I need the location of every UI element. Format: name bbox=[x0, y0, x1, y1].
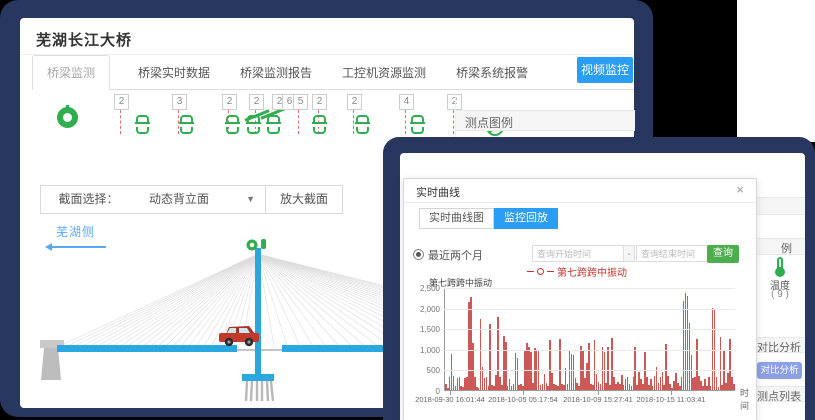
gridline bbox=[444, 370, 735, 371]
x-tick-mark bbox=[523, 391, 524, 395]
sensor-count-badge: 4 bbox=[399, 94, 414, 110]
gridline bbox=[444, 350, 735, 351]
section-select-value: 动态背立面 bbox=[149, 192, 209, 206]
modal-window: 例 温度 ( 9 ) 对比分析 对比分析 测点列表 实时曲线 × 实时曲线图监控… bbox=[383, 137, 815, 420]
y-tick-label: 1,000 bbox=[404, 346, 440, 355]
tab-dialog-1[interactable]: 监控回放 bbox=[494, 208, 558, 229]
sensor-count-badge: 3 bbox=[172, 94, 187, 110]
radio-label: 最近两个月 bbox=[428, 247, 483, 263]
query-button[interactable]: 查询 bbox=[707, 245, 739, 263]
legend-header-partial: 例 bbox=[753, 242, 792, 255]
range-separator: - bbox=[623, 245, 635, 262]
tab-dialog-0[interactable]: 实时曲线图 bbox=[419, 208, 494, 229]
legend-marker-icon bbox=[537, 268, 544, 275]
y-tick-label: 2,500 bbox=[404, 284, 440, 293]
sensor-dash-line bbox=[120, 110, 121, 134]
bar bbox=[607, 347, 609, 390]
bar-series bbox=[445, 288, 735, 390]
modal-page: 例 温度 ( 9 ) 对比分析 对比分析 测点列表 实时曲线 × 实时曲线图监控… bbox=[400, 153, 805, 420]
gauge-icon[interactable] bbox=[57, 107, 78, 128]
bar bbox=[559, 339, 561, 390]
compare-header-band: 对比分析 bbox=[753, 337, 805, 353]
sensor-dash-line bbox=[353, 110, 354, 134]
sensor-count-badge: 5 bbox=[293, 94, 308, 110]
sensor-dash-line bbox=[298, 110, 299, 134]
sensor-count-badge: 2 bbox=[222, 94, 237, 110]
chevron-down-icon: ▼ bbox=[246, 186, 255, 213]
legend-series-label: 第七跨跨中振动 bbox=[557, 264, 627, 279]
legend-panel-header: 测点图例 bbox=[456, 110, 635, 131]
thermometer-icon[interactable] bbox=[777, 257, 783, 270]
gridline bbox=[444, 329, 735, 330]
section-select-label: 截面选择： bbox=[40, 185, 137, 214]
x-tick-label: 2018-09-30 16:01:44 bbox=[415, 395, 485, 404]
x-axis bbox=[444, 390, 735, 391]
gridline bbox=[444, 309, 735, 310]
link-icon[interactable] bbox=[247, 115, 260, 134]
sensor-count-badge: 2 bbox=[114, 94, 129, 110]
y-tick-label: 500 bbox=[404, 366, 440, 375]
x-tick-mark bbox=[671, 391, 672, 395]
dialog-title: 实时曲线 bbox=[416, 184, 460, 200]
x-tick-label: 2018-10-15 11:03:41 bbox=[636, 395, 705, 404]
x-tick-mark bbox=[450, 391, 451, 395]
sensor-count-badge: 2 bbox=[347, 94, 362, 110]
x-tick-label: 2018-10-05 05:17:54 bbox=[488, 395, 558, 404]
legend-marker-icon bbox=[547, 271, 554, 272]
legend-panel-title: 测点图例 bbox=[465, 114, 513, 131]
start-time-input[interactable] bbox=[532, 245, 626, 262]
realtime-curve-dialog: 实时曲线 × 实时曲线图监控回放 最近两个月 - 查询 第七跨跨中振动 第七跨跨… bbox=[403, 178, 757, 420]
screen-canvas: 芜湖长江大桥 桥梁监测桥梁实时数据桥梁监测报告工控机资源监测桥梁系统报警 视频监… bbox=[0, 0, 815, 420]
link-icon[interactable] bbox=[226, 115, 239, 134]
recent-two-months-radio[interactable] bbox=[413, 249, 424, 260]
sensor-count-badge: 2 bbox=[312, 94, 327, 110]
x-tick-label: 2018-10-09 15:27:41 bbox=[563, 395, 633, 404]
background-band bbox=[753, 197, 805, 215]
sensor-dash-line bbox=[453, 110, 454, 134]
link-icon[interactable] bbox=[267, 115, 280, 134]
link-icon[interactable] bbox=[356, 115, 369, 134]
point-list-band: 测点列表 bbox=[753, 386, 805, 402]
close-icon[interactable]: × bbox=[736, 182, 744, 197]
point-list-header: 测点列表 bbox=[753, 390, 801, 402]
bar bbox=[733, 384, 735, 390]
temperature-count: ( 9 ) bbox=[764, 289, 796, 300]
link-icon[interactable] bbox=[411, 115, 424, 134]
dialog-tab-bar: 实时曲线图监控回放 bbox=[419, 208, 558, 229]
compare-analysis-button[interactable]: 对比分析 bbox=[757, 362, 802, 379]
section-select-dropdown[interactable]: 动态背立面 ▼ bbox=[135, 185, 266, 214]
link-icon[interactable] bbox=[136, 115, 149, 134]
background-window-strip bbox=[737, 0, 815, 142]
zoom-section-button[interactable]: 放大截面 bbox=[265, 185, 343, 214]
x-tick-mark bbox=[598, 391, 599, 395]
bar bbox=[489, 324, 491, 390]
link-icon[interactable] bbox=[180, 115, 193, 134]
gridline bbox=[444, 288, 735, 289]
y-tick-label: 1,500 bbox=[404, 325, 440, 334]
sensor-count-badge: 2 bbox=[249, 94, 264, 110]
car-illustration bbox=[219, 326, 259, 346]
bar bbox=[634, 347, 636, 390]
legend-header-band: 例 bbox=[753, 238, 805, 255]
x-axis-name: 时间 bbox=[740, 386, 756, 412]
legend-marker-icon bbox=[527, 271, 534, 272]
link-icon[interactable] bbox=[313, 115, 326, 134]
compare-header: 对比分析 bbox=[753, 341, 801, 353]
y-tick-label: 2,000 bbox=[404, 305, 440, 314]
dialog-header: 实时曲线 × bbox=[404, 179, 756, 203]
sensor-dash-line bbox=[405, 110, 406, 134]
bar bbox=[720, 337, 722, 390]
